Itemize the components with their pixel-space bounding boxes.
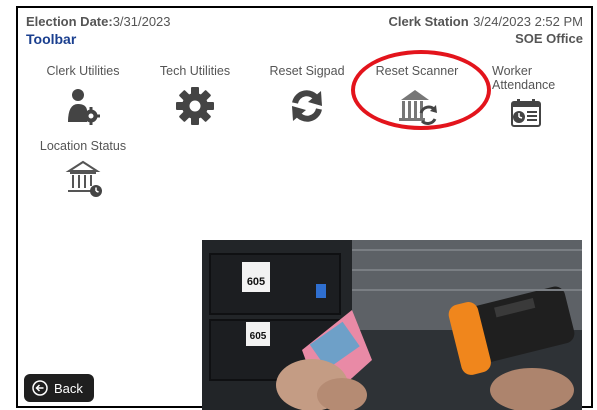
location-status-label: Location Status: [39, 139, 127, 153]
tech-utilities-label: Tech Utilities: [159, 64, 231, 78]
reset-sigpad-label: Reset Sigpad: [269, 64, 345, 78]
station-label: Clerk Station: [388, 14, 469, 29]
reset-sigpad-button[interactable]: Reset Sigpad: [252, 64, 362, 126]
building-clock-icon: [28, 159, 138, 199]
back-arrow-icon: [32, 380, 48, 396]
location-status-button[interactable]: Location Status: [28, 139, 138, 199]
clerk-gear-icon: [28, 86, 138, 126]
reset-scanner-label: Reset Scanner: [375, 64, 459, 78]
scanner-reset-icon: [362, 86, 472, 126]
scanner-photo-overlay: 605 605: [202, 240, 582, 410]
reset-scanner-button[interactable]: Reset Scanner: [362, 64, 472, 126]
tech-utilities-button[interactable]: Tech Utilities: [140, 64, 250, 126]
header-right: Clerk Station 3/24/2023 2:52 PM SOE Offi…: [389, 14, 584, 47]
attendance-calendar-icon: [476, 98, 586, 128]
scanner-photo-image: 605 605: [202, 240, 582, 410]
toolbar-title: Toolbar: [26, 31, 77, 47]
election-date-value: 3/31/2023: [112, 14, 171, 29]
back-button-label: Back: [54, 380, 83, 396]
office-label: SOE Office: [515, 31, 583, 46]
clerk-utilities-label: Clerk Utilities: [46, 64, 120, 78]
gear-icon: [140, 86, 250, 126]
refresh-icon: [252, 86, 362, 126]
station-datetime: 3/24/2023 2:52 PM: [473, 14, 583, 29]
header-left: Election Date:3/31/2023 Toolbar: [26, 14, 171, 47]
clerk-utilities-button[interactable]: Clerk Utilities: [28, 64, 138, 126]
worker-attendance-button[interactable]: Worker Attendance: [476, 64, 586, 128]
bin-label-1: 605: [247, 276, 265, 288]
election-date-label: Election Date:: [26, 14, 113, 29]
back-button[interactable]: Back: [24, 374, 94, 402]
worker-attendance-label-1: Worker: [492, 64, 533, 78]
worker-attendance-label-2: Attendance: [492, 78, 556, 92]
bin-label-2: 605: [250, 331, 267, 342]
